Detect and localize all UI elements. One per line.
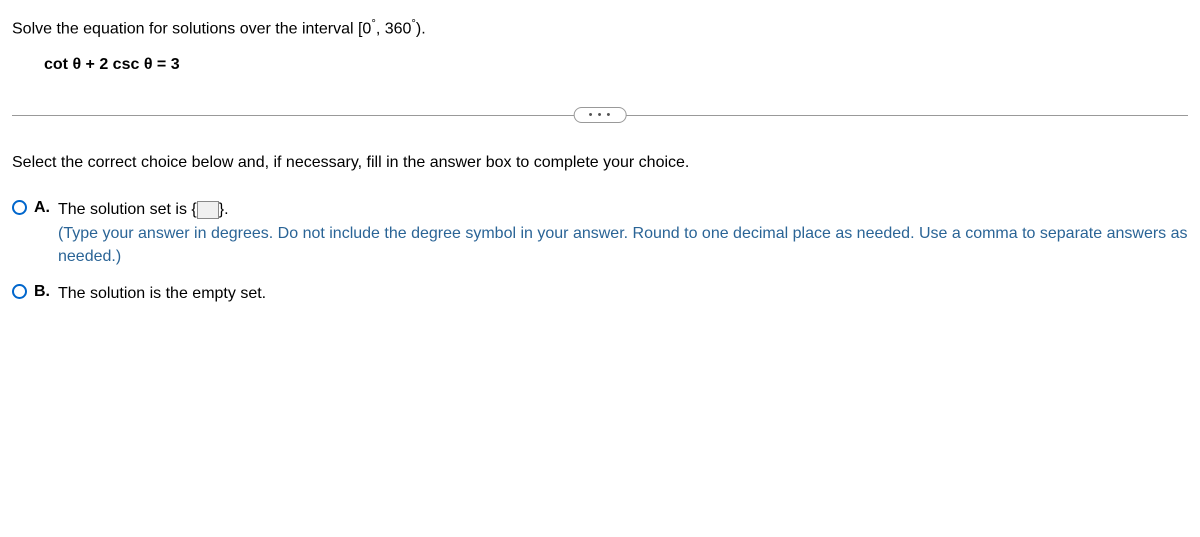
radio-wrap-b <box>12 282 34 299</box>
choice-a-hint: (Type your answer in degrees. Do not inc… <box>58 225 1188 265</box>
choice-a-row: A. The solution set is {}. (Type your an… <box>12 198 1188 268</box>
choice-a-letter: A. <box>34 198 58 217</box>
prompt-text-2: , 360 <box>376 20 412 37</box>
instruction-text: Select the correct choice below and, if … <box>12 154 1188 172</box>
prompt-text-1: Solve the equation for solutions over th… <box>12 20 371 37</box>
question-prompt: Solve the equation for solutions over th… <box>12 18 1188 38</box>
expand-button[interactable]: • • • <box>574 107 627 123</box>
choice-b-row: B. The solution is the empty set. <box>12 282 1188 305</box>
answer-input-a[interactable] <box>197 201 219 219</box>
choice-a-body: The solution set is {}. (Type your answe… <box>58 198 1188 268</box>
prompt-text-3: ). <box>416 20 426 37</box>
radio-a[interactable] <box>12 200 27 215</box>
choice-a-text-after: }. <box>219 201 229 218</box>
equation-text: cot θ + 2 csc θ = 3 <box>44 56 1188 74</box>
divider: • • • <box>12 104 1188 126</box>
choice-b-letter: B. <box>34 282 58 301</box>
radio-wrap-a <box>12 198 34 215</box>
radio-b[interactable] <box>12 284 27 299</box>
choice-b-body: The solution is the empty set. <box>58 282 1188 305</box>
choice-a-text-before: The solution set is { <box>58 201 197 218</box>
choice-b-text: The solution is the empty set. <box>58 285 266 302</box>
